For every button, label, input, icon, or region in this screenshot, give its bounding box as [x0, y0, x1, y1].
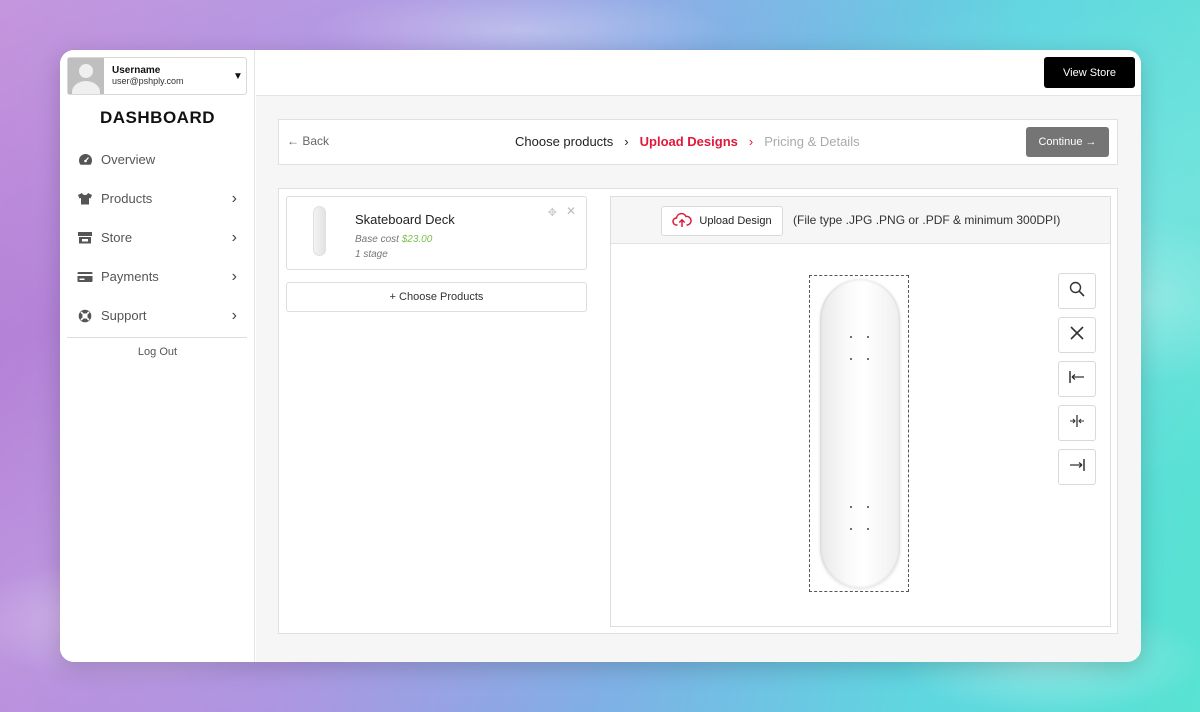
- file-type-hint: (File type .JPG .PNG or .PDF & minimum 3…: [793, 213, 1061, 227]
- align-left-icon: [1068, 370, 1086, 389]
- bolt: [867, 358, 869, 360]
- store-icon: [77, 231, 93, 245]
- user-info: Username user@pshply.com: [112, 65, 230, 87]
- zoom-button[interactable]: [1058, 273, 1096, 309]
- align-center-icon: [1068, 414, 1086, 433]
- chevron-down-icon[interactable]: ▼: [230, 71, 246, 82]
- gauge-icon: [77, 153, 93, 167]
- choose-products-label: Choose Products: [399, 291, 484, 303]
- chevron-right-icon: ›: [624, 134, 629, 149]
- user-menu[interactable]: Username user@pshply.com ▼: [67, 57, 247, 95]
- skateboard-deck-preview: [820, 279, 900, 588]
- sidebar-item-label: Store: [101, 230, 133, 245]
- align-right-icon: [1068, 458, 1086, 477]
- top-bar: View Store: [256, 50, 1141, 96]
- main-content: ← Back Choose products › Upload Designs …: [256, 96, 1141, 662]
- bolt: [867, 506, 869, 508]
- chevron-right-icon: ›: [231, 267, 237, 285]
- product-stage: 1 stage: [355, 249, 388, 260]
- close-icon: [1069, 325, 1085, 346]
- align-center-button[interactable]: [1058, 405, 1096, 441]
- product-name: Skateboard Deck: [355, 212, 455, 227]
- sidebar-item-label: Products: [101, 191, 153, 206]
- base-cost-label: Base cost: [355, 234, 399, 245]
- tshirt-icon: [77, 192, 93, 206]
- design-editor-header: Upload Design (File type .JPG .PNG or .P…: [611, 197, 1110, 244]
- sidebar: Username user@pshply.com ▼ DASHBOARD Ove…: [60, 50, 255, 662]
- align-left-button[interactable]: [1058, 361, 1096, 397]
- dashboard-title: DASHBOARD: [100, 108, 215, 127]
- steps-bar: ← Back Choose products › Upload Designs …: [278, 119, 1118, 165]
- upload-design-label: Upload Design: [699, 215, 772, 227]
- chevron-right-icon: ›: [231, 189, 237, 207]
- product-price: $23.00: [401, 234, 433, 245]
- back-button[interactable]: ← Back: [287, 134, 329, 148]
- view-store-button[interactable]: View Store: [1044, 57, 1135, 88]
- cloud-upload-icon: [672, 212, 693, 231]
- continue-label: Continue: [1038, 136, 1083, 148]
- sidebar-item-payments[interactable]: Payments ›: [60, 257, 255, 296]
- step-breadcrumb: Choose products › Upload Designs › Prici…: [515, 134, 860, 149]
- chevron-right-icon: ›: [231, 306, 237, 324]
- move-icon[interactable]: ✥: [548, 206, 557, 219]
- print-area[interactable]: [809, 275, 909, 592]
- user-email: user@pshply.com: [112, 76, 184, 86]
- avatar: [68, 58, 104, 94]
- app-window: Username user@pshply.com ▼ DASHBOARD Ove…: [60, 50, 1141, 662]
- step-pricing-details[interactable]: Pricing & Details: [764, 134, 859, 149]
- sidebar-item-label: Payments: [101, 269, 159, 284]
- sidebar-item-overview[interactable]: Overview: [60, 140, 255, 179]
- remove-design-button[interactable]: [1058, 317, 1096, 353]
- plus-icon: +: [389, 291, 396, 303]
- arrow-right-icon: →: [1085, 136, 1097, 148]
- bolt: [867, 528, 869, 530]
- sidebar-item-products[interactable]: Products ›: [60, 179, 255, 218]
- bolt: [850, 528, 852, 530]
- lifebuoy-icon: [77, 309, 93, 323]
- product-thumbnail: [313, 206, 326, 256]
- back-label: Back: [302, 134, 330, 148]
- product-card[interactable]: Skateboard Deck Base cost $23.00 1 stage…: [286, 196, 587, 270]
- bolt: [850, 358, 852, 360]
- sidebar-nav: Overview Products › Store › Payments › S…: [60, 140, 255, 335]
- align-right-button[interactable]: [1058, 449, 1096, 485]
- sidebar-item-store[interactable]: Store ›: [60, 218, 255, 257]
- sidebar-item-label: Overview: [101, 152, 156, 167]
- step-upload-designs[interactable]: Upload Designs: [640, 134, 738, 149]
- bolt: [867, 336, 869, 338]
- design-tools: [1058, 273, 1096, 493]
- arrow-left-icon: ←: [287, 134, 299, 148]
- close-icon[interactable]: ✕: [566, 204, 576, 218]
- chevron-right-icon: ›: [231, 228, 237, 246]
- design-editor: Upload Design (File type .JPG .PNG or .P…: [610, 196, 1111, 627]
- choose-products-button[interactable]: + Choose Products: [286, 282, 587, 312]
- logout-link[interactable]: Log Out: [60, 346, 255, 358]
- product-base-cost: Base cost $23.00: [355, 234, 432, 245]
- user-name: Username: [112, 65, 161, 76]
- workspace: Skateboard Deck Base cost $23.00 1 stage…: [278, 188, 1118, 634]
- bolt: [850, 336, 852, 338]
- divider: [67, 337, 247, 338]
- sidebar-item-label: Support: [101, 308, 147, 323]
- step-choose-products[interactable]: Choose products: [515, 134, 613, 149]
- upload-design-button[interactable]: Upload Design: [661, 206, 783, 236]
- chevron-right-icon: ›: [748, 134, 754, 149]
- sidebar-item-support[interactable]: Support ›: [60, 296, 255, 335]
- continue-button[interactable]: Continue →: [1026, 127, 1109, 157]
- bolt: [850, 506, 852, 508]
- zoom-icon: [1068, 280, 1086, 303]
- credit-card-icon: [77, 270, 93, 284]
